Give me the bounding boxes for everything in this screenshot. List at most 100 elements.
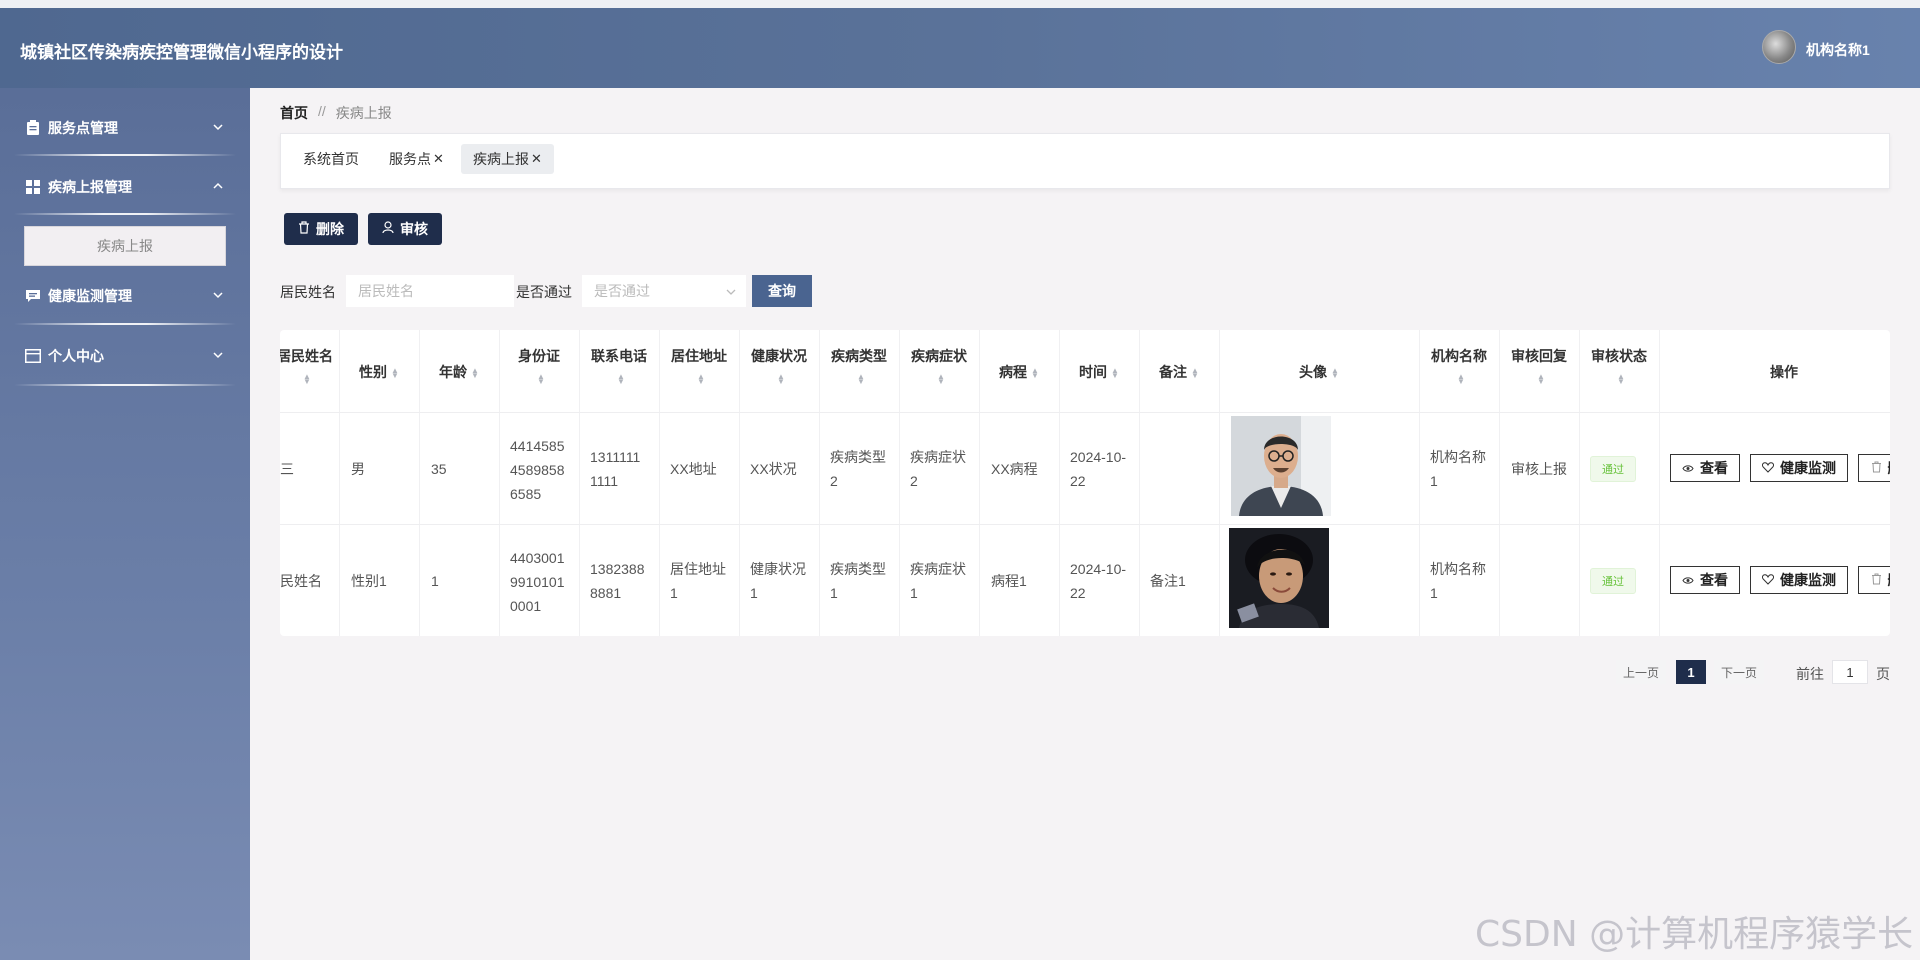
sidebar-item-personal-center[interactable]: 个人中心 bbox=[14, 336, 236, 376]
cell-gender: 性别1 bbox=[351, 573, 387, 589]
column-header[interactable]: 疾病症状 ▲ ▼ bbox=[899, 346, 979, 386]
column-header[interactable]: 备注 ▲ ▼ bbox=[1139, 362, 1219, 382]
sort-icon[interactable]: ▲ ▼ bbox=[1537, 373, 1545, 386]
grid-icon bbox=[24, 178, 42, 196]
next-page-button[interactable]: 下一页 bbox=[1714, 660, 1764, 684]
sort-icon[interactable]: ▲ ▼ bbox=[937, 373, 945, 386]
data-table: 居民姓名 ▲ ▼ 性别 ▲ ▼ 年龄 ▲ ▼ 身份证 ▲ ▼ 联系电话 ▲ ▼ 居住地址 ▲ ▼… bbox=[280, 330, 1890, 636]
column-header[interactable]: 身份证 ▲ ▼ bbox=[499, 346, 579, 386]
tab-home[interactable]: 系统首页 bbox=[291, 144, 371, 174]
sidebar-subitem-disease-report[interactable]: 疾病上报 bbox=[24, 226, 226, 266]
trash-icon bbox=[1871, 460, 1882, 476]
column-header[interactable]: 健康状况 ▲ ▼ bbox=[739, 346, 819, 386]
sort-icon[interactable]: ▲ ▼ bbox=[1191, 367, 1199, 380]
sort-icon[interactable]: ▲ ▼ bbox=[303, 373, 311, 386]
health-monitor-label: 健康监测 bbox=[1780, 572, 1836, 588]
cell-course: XX病程 bbox=[991, 461, 1038, 477]
cell-symptom: 疾病症状 1 bbox=[910, 557, 966, 605]
pass-select[interactable]: 是否通过 bbox=[582, 275, 746, 307]
close-icon[interactable]: ✕ bbox=[433, 151, 444, 167]
sort-icon[interactable]: ▲ ▼ bbox=[1031, 367, 1039, 380]
sort-icon[interactable]: ▲ ▼ bbox=[857, 373, 865, 386]
cell-line: 4589858 bbox=[510, 462, 565, 478]
view-button[interactable]: 查看 bbox=[1670, 454, 1740, 482]
column-header[interactable]: 时间 ▲ ▼ bbox=[1059, 362, 1139, 382]
prev-page-button[interactable]: 上一页 bbox=[1616, 660, 1666, 684]
column-header-label: 审核状态 bbox=[1591, 348, 1647, 364]
cell-line: 1 bbox=[750, 585, 758, 601]
org-name[interactable]: 机构名称1 bbox=[1806, 40, 1870, 60]
column-header[interactable]: 居民姓名 ▲ ▼ bbox=[280, 346, 340, 386]
audit-button[interactable]: 审核 bbox=[368, 213, 442, 245]
heart-icon bbox=[1761, 572, 1775, 588]
column-header-label: 居住地址 bbox=[671, 348, 727, 364]
avatar-photo[interactable] bbox=[1229, 528, 1329, 628]
goto-page-input[interactable]: 1 bbox=[1832, 660, 1868, 684]
tab-service-points[interactable]: 服务点 ✕ bbox=[377, 144, 456, 174]
divider bbox=[14, 213, 236, 215]
cell-line: 0001 bbox=[510, 598, 542, 614]
sidebar-item-service-points[interactable]: 服务点管理 bbox=[14, 108, 236, 148]
breadcrumb-home[interactable]: 首页 bbox=[280, 103, 308, 123]
sort-icon[interactable]: ▲ ▼ bbox=[537, 373, 545, 386]
column-header-label: 疾病类型 bbox=[831, 348, 887, 364]
column-header-label: 头像 bbox=[1299, 364, 1328, 380]
delete-label: 删除 bbox=[316, 221, 344, 237]
column-header-label: 病程 bbox=[999, 364, 1028, 380]
column-header[interactable]: 疾病类型 ▲ ▼ bbox=[819, 346, 899, 386]
avatar[interactable] bbox=[1762, 30, 1796, 64]
health-monitor-button[interactable]: 健康监测 bbox=[1750, 566, 1848, 594]
page-number-current[interactable]: 1 bbox=[1676, 660, 1706, 684]
avatar-photo[interactable] bbox=[1231, 416, 1331, 516]
cell-name: 居民姓名 bbox=[280, 573, 322, 589]
cell-line: 2 bbox=[830, 473, 838, 489]
cell-id-card: 4403001 9910101 0001 bbox=[510, 546, 565, 618]
sort-icon[interactable]: ▲ ▼ bbox=[1111, 367, 1119, 380]
cell-line: 1 bbox=[910, 585, 918, 601]
chevron-down-icon bbox=[212, 120, 224, 136]
cell-age: 1 bbox=[431, 573, 439, 589]
sidebar-item-label: 疾病上报管理 bbox=[48, 179, 132, 195]
cell-line: 疾病类型 bbox=[830, 449, 886, 465]
column-header[interactable]: 头像 ▲ ▼ bbox=[1219, 362, 1419, 382]
column-header[interactable]: 联系电话 ▲ ▼ bbox=[579, 346, 659, 386]
sidebar-item-disease-report[interactable]: 疾病上报管理 bbox=[14, 167, 236, 207]
cell-line: 1311111 bbox=[590, 449, 641, 465]
column-header[interactable]: 病程 ▲ ▼ bbox=[979, 362, 1059, 382]
divider bbox=[14, 323, 236, 325]
column-header[interactable]: 审核回复 ▲ ▼ bbox=[1499, 346, 1579, 386]
cell-line: 8881 bbox=[590, 585, 622, 601]
view-label: 查看 bbox=[1700, 460, 1728, 476]
column-header[interactable]: 性别 ▲ ▼ bbox=[339, 362, 419, 382]
health-monitor-button[interactable]: 健康监测 bbox=[1750, 454, 1848, 482]
column-header-label: 身份证 bbox=[518, 348, 560, 364]
sort-icon[interactable]: ▲ ▼ bbox=[471, 367, 479, 380]
column-header[interactable]: 机构名称 ▲ ▼ bbox=[1419, 346, 1499, 386]
column-header[interactable]: 年龄 ▲ ▼ bbox=[419, 362, 499, 382]
close-icon[interactable]: ✕ bbox=[531, 151, 542, 167]
card-icon bbox=[24, 347, 42, 365]
delete-row-button[interactable]: 删除 bbox=[1858, 566, 1890, 594]
sidebar-item-health-monitoring[interactable]: 健康监测管理 bbox=[14, 276, 236, 316]
cell-address: XX地址 bbox=[670, 461, 717, 477]
sort-icon[interactable]: ▲ ▼ bbox=[617, 373, 625, 386]
query-button[interactable]: 查询 bbox=[752, 275, 812, 307]
delete-button[interactable]: 删除 bbox=[284, 213, 358, 245]
column-header[interactable]: 居住地址 ▲ ▼ bbox=[659, 346, 739, 386]
sidebar bbox=[0, 88, 250, 960]
cell-course: 病程1 bbox=[991, 573, 1027, 589]
goto-label: 前往 bbox=[1796, 666, 1824, 682]
view-button[interactable]: 查看 bbox=[1670, 566, 1740, 594]
column-header[interactable]: 审核状态 ▲ ▼ bbox=[1579, 346, 1659, 386]
sort-icon[interactable]: ▲ ▼ bbox=[1457, 373, 1465, 386]
pass-filter-label: 是否通过 bbox=[516, 284, 572, 300]
sort-icon[interactable]: ▲ ▼ bbox=[1331, 367, 1339, 380]
cell-gender: 男 bbox=[351, 461, 365, 477]
delete-row-button[interactable]: 删除 bbox=[1858, 454, 1890, 482]
name-search-input[interactable]: 居民姓名 bbox=[346, 275, 514, 307]
tab-disease-report[interactable]: 疾病上报 ✕ bbox=[461, 144, 554, 174]
sort-icon[interactable]: ▲ ▼ bbox=[391, 367, 399, 380]
sort-icon[interactable]: ▲ ▼ bbox=[1617, 373, 1625, 386]
sort-icon[interactable]: ▲ ▼ bbox=[777, 373, 785, 386]
sort-icon[interactable]: ▲ ▼ bbox=[697, 373, 705, 386]
